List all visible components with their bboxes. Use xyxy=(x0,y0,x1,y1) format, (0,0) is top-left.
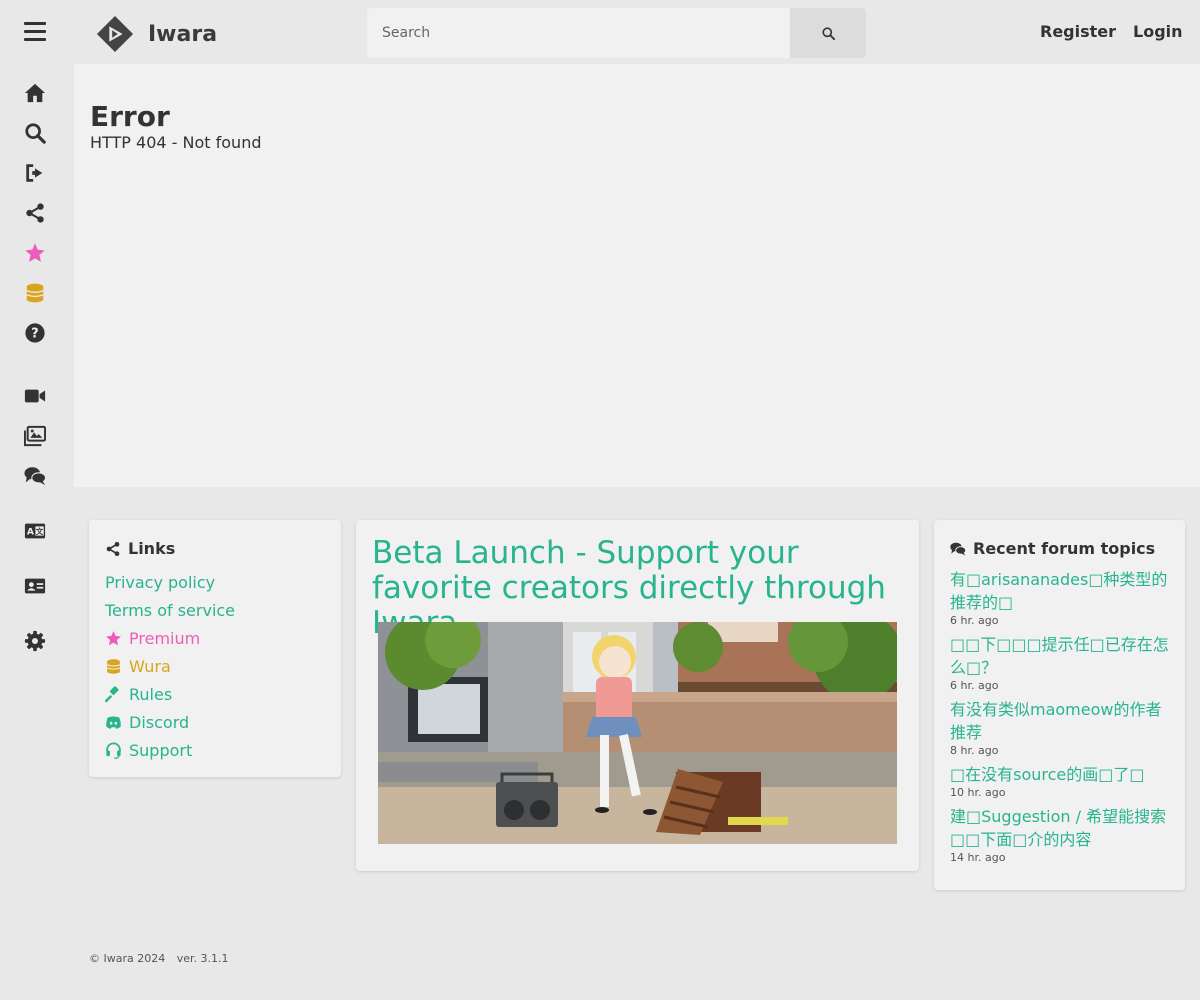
forum-topic-time: 8 hr. ago xyxy=(950,744,999,757)
premium-label: Premium xyxy=(129,628,201,648)
search-icon xyxy=(821,26,835,40)
links-card: Links Privacy policy Terms of service Pr… xyxy=(89,520,341,777)
discord-link[interactable]: Discord xyxy=(105,708,235,736)
search-button[interactable] xyxy=(790,8,866,58)
star-icon[interactable] xyxy=(22,240,48,266)
svg-text:A: A xyxy=(27,527,35,538)
discord-icon xyxy=(106,715,121,729)
rules-label: Rules xyxy=(129,684,173,704)
forum-topic: □□下□□□提示任□已存在怎么□？ 6 hr. ago xyxy=(950,633,1172,692)
top-header: Iwara Register Login xyxy=(0,0,1200,64)
forum-topic: 建□Suggestion / 希望能搜索□□下面□介的内容 14 hr. ago xyxy=(950,805,1172,864)
beta-launch-image[interactable] xyxy=(378,622,897,844)
links-heading: Links xyxy=(105,539,175,558)
sign-out-icon[interactable] xyxy=(22,160,48,186)
gavel-icon xyxy=(105,685,119,702)
forum-topic-title[interactable]: □□下□□□提示任□已存在怎么□？ xyxy=(950,633,1172,679)
forum-heading: Recent forum topics xyxy=(950,539,1155,558)
forum-topic-time: 6 hr. ago xyxy=(950,679,999,692)
links-heading-label: Links xyxy=(128,539,176,558)
forum-topic-title[interactable]: □在没有source的画□了□ xyxy=(950,763,1172,786)
terms-of-service-label: Terms of service xyxy=(105,600,236,620)
share-icon[interactable] xyxy=(22,200,48,226)
error-title: Error xyxy=(90,100,170,133)
forum-heading-label: Recent forum topics xyxy=(973,539,1156,558)
privacy-policy-label: Privacy policy xyxy=(105,572,216,592)
site-name: Iwara xyxy=(148,21,218,47)
search-input[interactable] xyxy=(367,8,790,58)
forum-topic-title[interactable]: 有没有类似maomeow的作者推荐 xyxy=(950,698,1172,744)
forum-topic-title[interactable]: 有□arisananades□种类型的推荐的□ xyxy=(950,568,1172,614)
support-link[interactable]: Support xyxy=(105,736,235,764)
coins-icon xyxy=(106,658,121,674)
discord-label: Discord xyxy=(129,712,190,732)
iwara-logo-icon xyxy=(96,15,134,53)
star-icon xyxy=(106,630,121,645)
wura-link[interactable]: Wura xyxy=(105,652,235,680)
footer-version: ver. 3.1.1 xyxy=(176,952,229,965)
headset-icon xyxy=(106,742,121,759)
terms-of-service-link[interactable]: Terms of service xyxy=(105,596,235,624)
comments-icon xyxy=(950,542,966,556)
forum-topic-title[interactable]: 建□Suggestion / 希望能搜索□□下面□介的内容 xyxy=(950,805,1172,851)
question-icon[interactable]: ? xyxy=(22,320,48,346)
rules-link[interactable]: Rules xyxy=(105,680,235,708)
footer: © Iwara 2024 ver. 3.1.1 xyxy=(89,952,237,965)
search-bar xyxy=(367,8,866,58)
home-icon[interactable] xyxy=(22,80,48,106)
svg-text:?: ? xyxy=(31,327,38,342)
svg-text:文: 文 xyxy=(35,527,44,536)
error-panel: Error HTTP 404 - Not found xyxy=(74,64,1200,487)
coins-icon[interactable] xyxy=(22,280,48,306)
search-icon[interactable] xyxy=(22,120,48,146)
login-link[interactable]: Login xyxy=(1133,22,1183,41)
links-list: Privacy policy Terms of service Premium … xyxy=(105,568,235,764)
forum-topic-list: 有□arisananades□种类型的推荐的□ 6 hr. ago □□下□□□… xyxy=(950,568,1172,870)
id-card-icon[interactable] xyxy=(22,573,48,599)
beta-launch-card: Beta Launch - Support your favorite crea… xyxy=(356,520,919,871)
support-label: Support xyxy=(129,740,193,760)
wura-label: Wura xyxy=(129,656,171,676)
video-icon[interactable] xyxy=(22,383,48,409)
forum-topic: 有□arisananades□种类型的推荐的□ 6 hr. ago xyxy=(950,568,1172,627)
hamburger-menu-icon[interactable] xyxy=(24,22,46,42)
footer-copyright: © Iwara 2024 xyxy=(89,952,166,965)
premium-link[interactable]: Premium xyxy=(105,624,235,652)
register-link[interactable]: Register xyxy=(1040,22,1116,41)
forum-topic: 有没有类似maomeow的作者推荐 8 hr. ago xyxy=(950,698,1172,757)
recent-forum-topics-card: Recent forum topics 有□arisananades□种类型的推… xyxy=(934,520,1185,890)
comments-icon[interactable] xyxy=(22,463,48,489)
forum-topic: □在没有source的画□了□ 10 hr. ago xyxy=(950,763,1172,799)
gear-icon[interactable] xyxy=(22,628,48,654)
forum-topic-time: 6 hr. ago xyxy=(950,614,999,627)
privacy-policy-link[interactable]: Privacy policy xyxy=(105,568,235,596)
error-message: HTTP 404 - Not found xyxy=(90,133,262,152)
site-logo[interactable]: Iwara xyxy=(96,14,217,54)
forum-topic-time: 14 hr. ago xyxy=(950,851,1006,864)
forum-topic-time: 10 hr. ago xyxy=(950,786,1006,799)
share-icon xyxy=(106,541,120,556)
sidebar: ? A文 xyxy=(0,64,74,664)
images-icon[interactable] xyxy=(22,423,48,449)
language-icon[interactable]: A文 xyxy=(22,518,48,544)
